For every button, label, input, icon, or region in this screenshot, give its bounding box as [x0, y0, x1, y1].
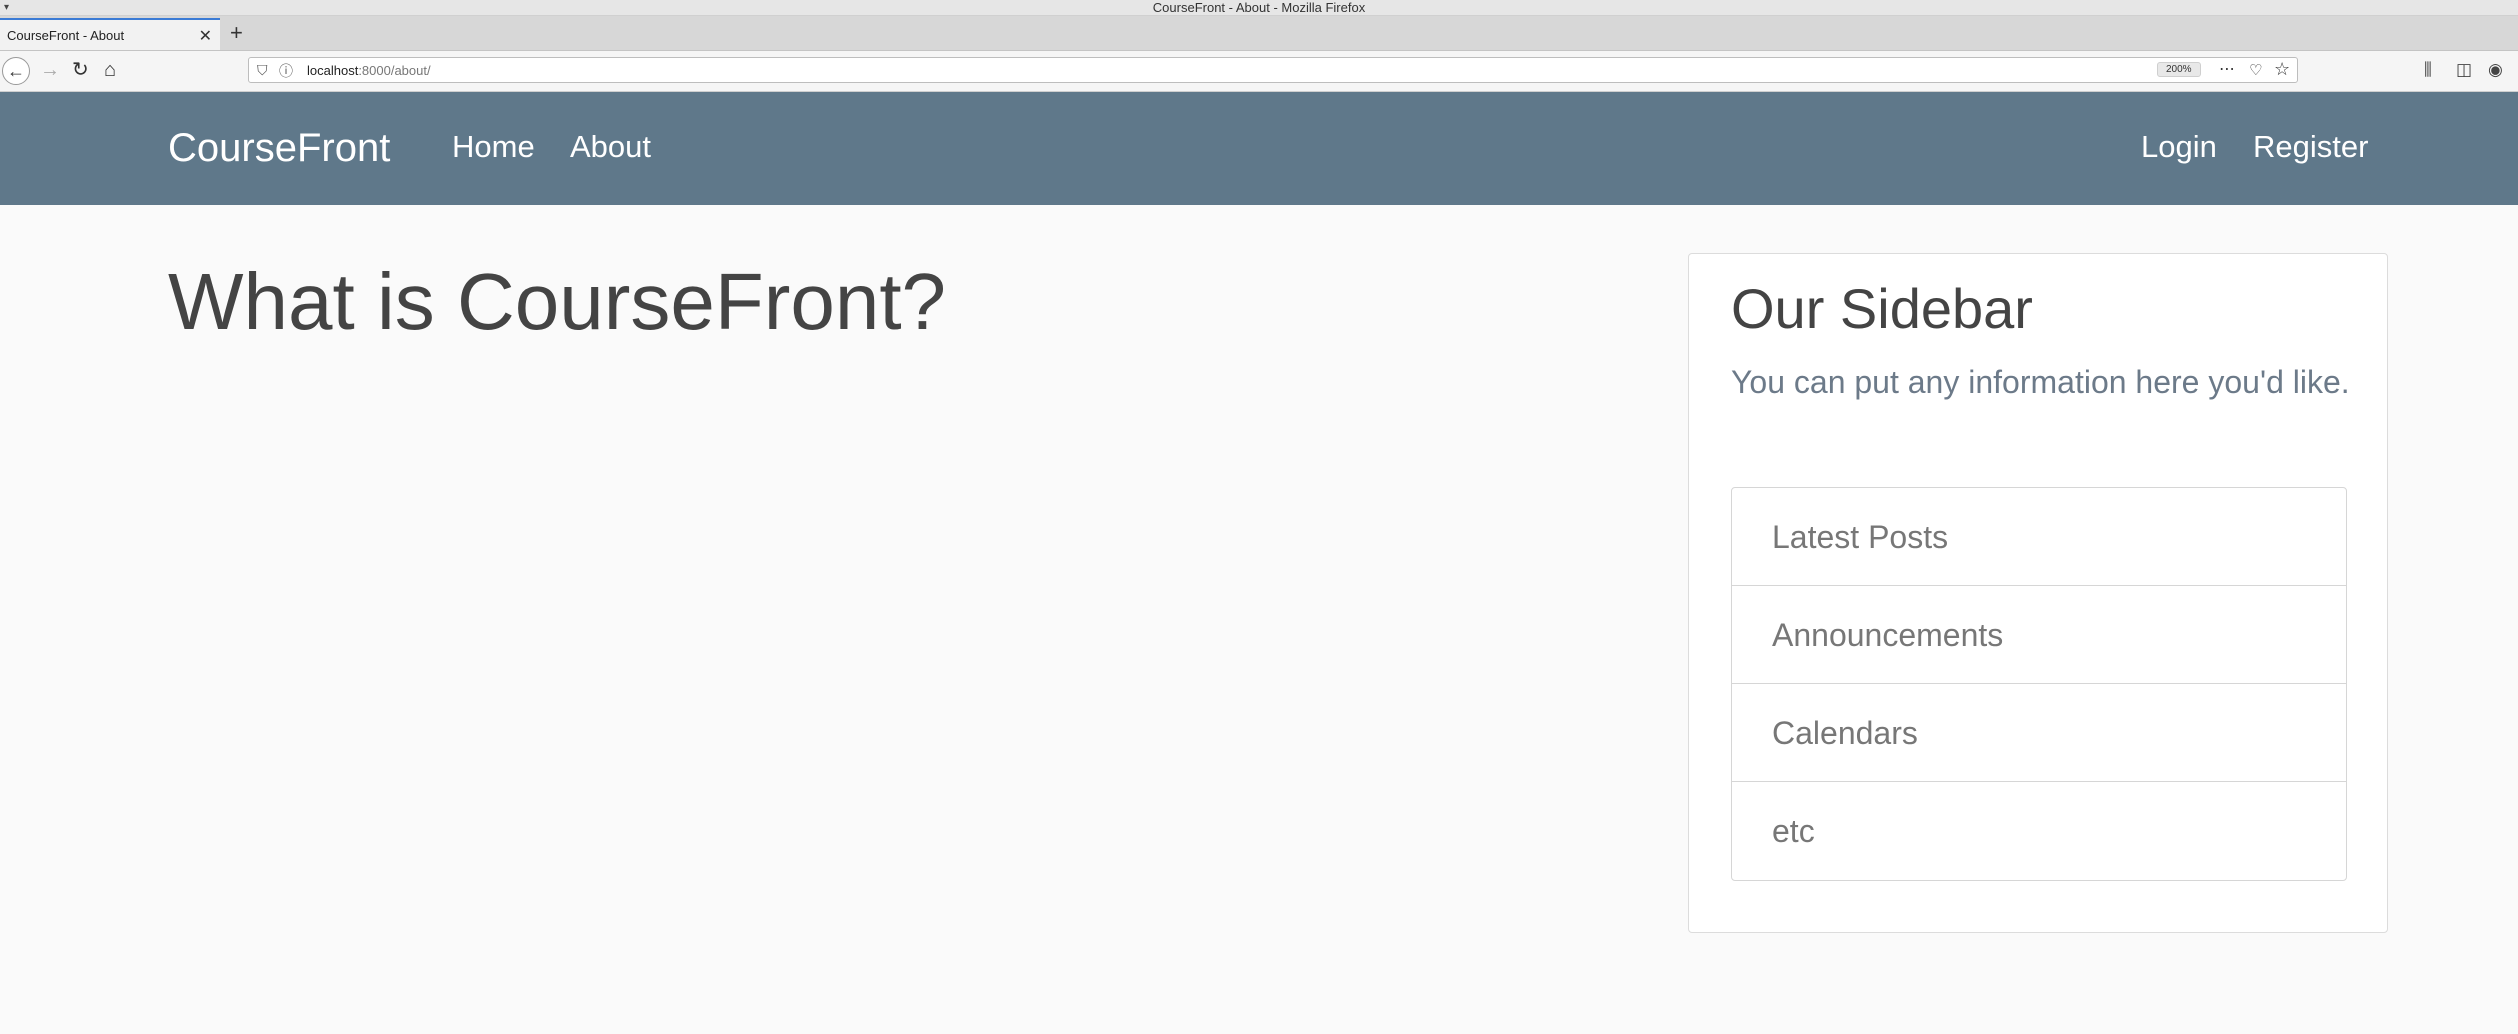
account-icon[interactable]: ◉ — [2488, 60, 2503, 80]
browser-toolbar: ← → ↻ ⌂ ⛉ ⓘ localhost:8000/about/ 200% ⋯… — [0, 51, 2518, 92]
sidebar-item-latest-posts[interactable]: Latest Posts — [1732, 488, 2346, 586]
sidebar-description: You can put any information here you'd l… — [1731, 364, 2350, 400]
nav-home-link[interactable]: Home — [452, 129, 535, 165]
tab-bar: CourseFront - About ✕ + — [0, 16, 2518, 51]
zoom-indicator[interactable]: 200% — [2157, 62, 2201, 77]
window-titlebar: ▾ CourseFront - About - Mozilla Firefox — [0, 0, 2518, 16]
url-path: :8000/about/ — [358, 63, 431, 78]
window-menu-icon[interactable]: ▾ — [4, 0, 9, 15]
url-text[interactable]: localhost:8000/about/ — [307, 63, 431, 78]
shield-icon[interactable]: ⛉ — [257, 62, 268, 79]
sidebar-item-etc[interactable]: etc — [1732, 782, 2346, 880]
star-icon[interactable]: ☆ — [2274, 59, 2290, 80]
window-title: CourseFront - About - Mozilla Firefox — [1152, 0, 1366, 15]
tab-title: CourseFront - About — [7, 28, 125, 43]
tab-active[interactable]: CourseFront - About ✕ — [0, 18, 220, 50]
new-tab-button[interactable]: + — [230, 22, 243, 44]
sidebar-item-calendars[interactable]: Calendars — [1732, 684, 2346, 782]
library-icon[interactable]: ⫼ — [2424, 60, 2432, 80]
page-title: What is CourseFront? — [168, 257, 947, 346]
brand-logo[interactable]: CourseFront — [168, 125, 390, 171]
more-icon[interactable]: ⋯ — [2219, 59, 2235, 79]
close-tab-icon[interactable]: ✕ — [199, 26, 212, 46]
url-host: localhost — [307, 63, 359, 78]
nav-register-link[interactable]: Register — [2253, 129, 2368, 165]
home-icon[interactable]: ⌂ — [104, 59, 116, 81]
sidebar-icon[interactable]: ◫ — [2456, 60, 2472, 80]
sidebar-item-announcements[interactable]: Announcements — [1732, 586, 2346, 684]
nav-login-link[interactable]: Login — [2141, 129, 2217, 165]
forward-arrow-icon[interactable]: → — [40, 59, 60, 81]
site-navbar: CourseFront Home About Login Register — [0, 92, 2518, 205]
reload-icon[interactable]: ↻ — [72, 59, 89, 81]
pocket-icon[interactable]: ♡ — [2249, 61, 2262, 79]
url-bar[interactable]: ⛉ ⓘ localhost:8000/about/ 200% ⋯ ♡ ☆ — [248, 57, 2298, 83]
sidebar-list: Latest Posts Announcements Calendars etc — [1731, 487, 2347, 881]
info-icon[interactable]: ⓘ — [279, 61, 293, 81]
nav-about-link[interactable]: About — [570, 129, 651, 165]
sidebar-title: Our Sidebar — [1731, 277, 2033, 340]
back-arrow-icon[interactable]: ← — [2, 57, 30, 85]
sidebar-panel: Our Sidebar You can put any information … — [1688, 253, 2388, 933]
